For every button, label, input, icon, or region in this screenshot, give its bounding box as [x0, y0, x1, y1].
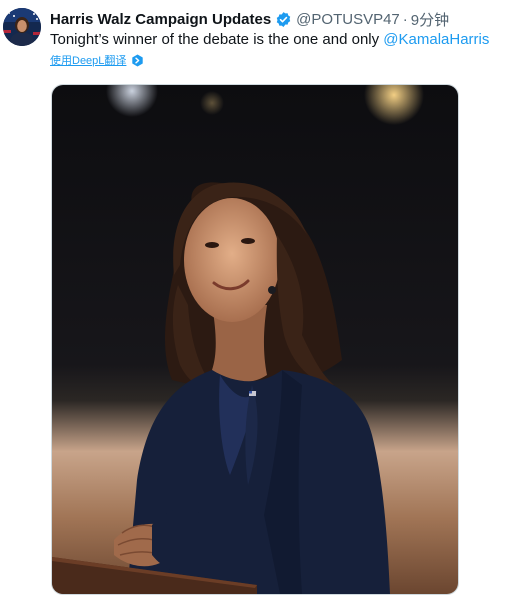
translate-label[interactable]: 使用DeepL翻译: [50, 52, 126, 68]
tweet-header: Harris Walz Campaign Updates @POTUSVP47 …: [50, 9, 449, 29]
tweet-timestamp[interactable]: 9分钟: [411, 9, 449, 30]
header-separator: ·: [402, 10, 408, 28]
translate-link[interactable]: 使用DeepL翻译: [50, 52, 144, 68]
photo-illustration: [52, 85, 458, 594]
mention-link[interactable]: @KamalaHarris: [383, 31, 489, 48]
author-name[interactable]: Harris Walz Campaign Updates: [50, 11, 271, 28]
deepl-icon[interactable]: [131, 54, 144, 67]
avatar[interactable]: [3, 8, 41, 46]
verified-badge-icon: [275, 11, 292, 28]
author-handle[interactable]: @POTUSVP47: [296, 11, 400, 28]
avatar-image: [3, 8, 41, 46]
tweet: Harris Walz Campaign Updates @POTUSVP47 …: [0, 0, 514, 606]
tweet-media-photo[interactable]: [51, 84, 459, 595]
tweet-text-body: Tonight’s winner of the debate is the on…: [50, 31, 384, 48]
tweet-text: Tonight’s winner of the debate is the on…: [50, 31, 489, 48]
